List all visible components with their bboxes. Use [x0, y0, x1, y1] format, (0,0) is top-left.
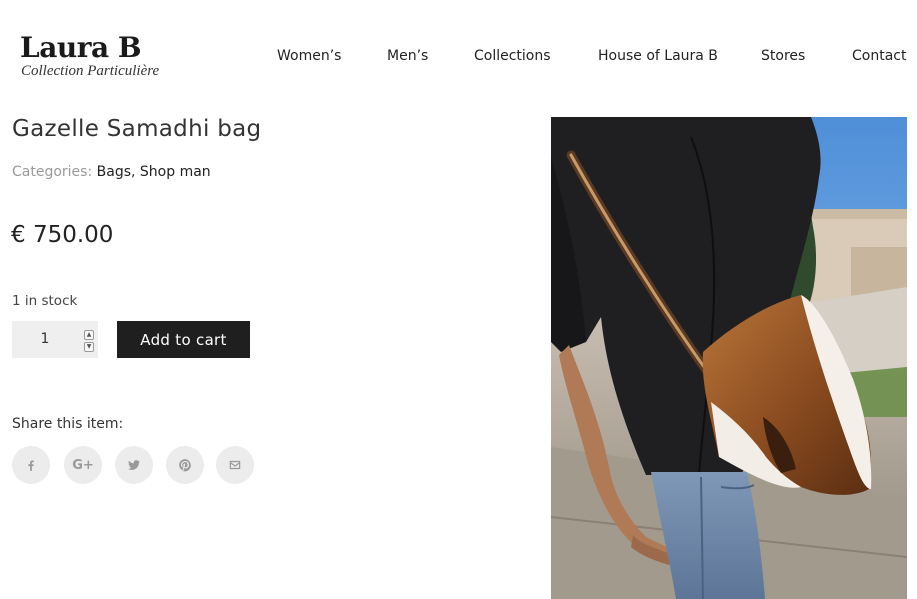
category-link-bags[interactable]: Bags	[97, 164, 131, 180]
add-to-cart-button[interactable]: Add to cart	[117, 321, 250, 358]
nav-item-collections[interactable]: Collections	[474, 48, 551, 64]
quantity-input[interactable]	[12, 321, 78, 358]
main-nav: Women’s Men’s Collections House of Laura…	[0, 48, 917, 68]
share-email-button[interactable]	[216, 446, 254, 484]
nav-item-house-of-laura-b[interactable]: House of Laura B	[598, 48, 718, 64]
product-photo-image	[551, 117, 907, 599]
product-price: € 750.00	[11, 222, 114, 248]
twitter-icon	[128, 460, 141, 470]
pinterest-icon	[179, 459, 191, 472]
facebook-icon	[28, 460, 34, 471]
email-icon	[229, 460, 241, 470]
stock-status: 1 in stock	[12, 293, 78, 309]
nav-item-contact[interactable]: Contact	[852, 48, 906, 64]
share-pinterest-button[interactable]	[166, 446, 204, 484]
quantity-stepper: ▲ ▼	[12, 321, 98, 358]
share-twitter-button[interactable]	[115, 446, 153, 484]
product-categories: Categories: Bags, Shop man	[12, 164, 211, 180]
category-link-shop-man[interactable]: Shop man	[140, 164, 211, 180]
nav-item-womens[interactable]: Women’s	[277, 48, 341, 64]
share-google-plus-button[interactable]: G+	[64, 446, 102, 484]
chevron-down-icon[interactable]: ▼	[84, 342, 94, 352]
nav-item-mens[interactable]: Men’s	[387, 48, 428, 64]
nav-item-stores[interactable]: Stores	[761, 48, 805, 64]
chevron-up-icon[interactable]: ▲	[84, 330, 94, 340]
product-title: Gazelle Samadhi bag	[12, 116, 262, 142]
categories-label: Categories:	[12, 164, 93, 180]
product-photo[interactable]	[551, 117, 907, 599]
quantity-spinner: ▲ ▼	[84, 330, 94, 352]
google-plus-icon: G+	[72, 457, 94, 473]
share-title: Share this item:	[12, 416, 124, 432]
category-separator: ,	[131, 164, 136, 180]
share-facebook-button[interactable]	[12, 446, 50, 484]
